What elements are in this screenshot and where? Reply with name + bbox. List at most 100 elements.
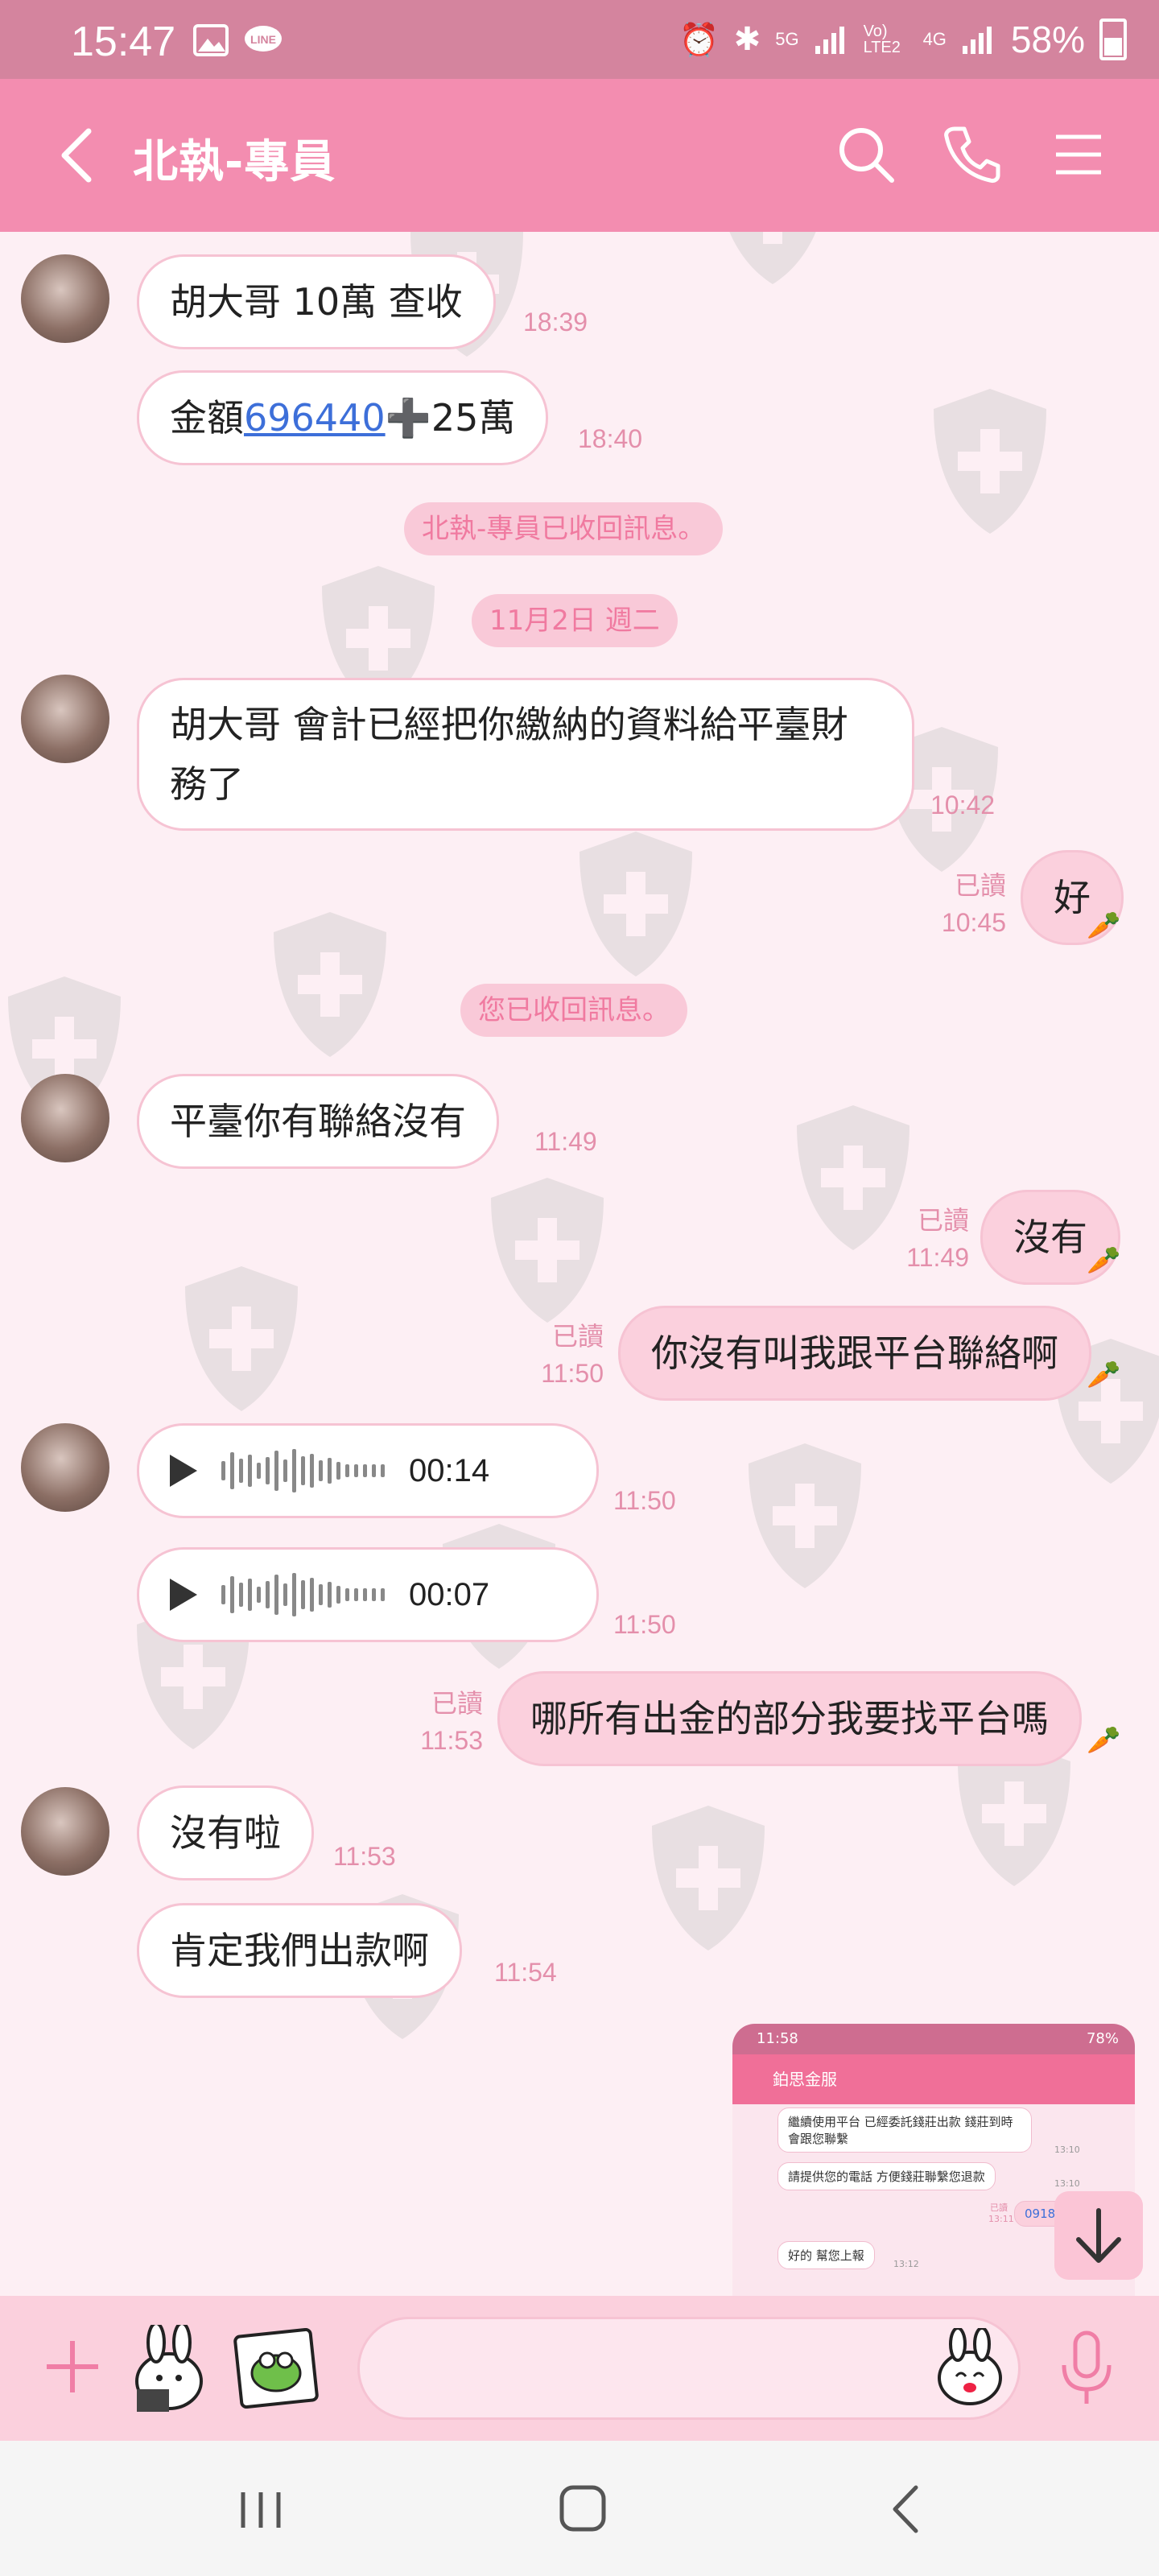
message-time: 11:50: [613, 1486, 676, 1515]
phone-icon[interactable]: [940, 122, 1004, 187]
chat-header: 北執-專員: [0, 79, 1159, 232]
emoji-icon[interactable]: [934, 2328, 1006, 2405]
volte-label: Vo) LTE2: [863, 23, 901, 56]
carrot-emoji-icon: 🥕: [1087, 1724, 1121, 1757]
message-time: 11:49: [534, 1127, 597, 1156]
scroll-down-icon[interactable]: [1054, 2191, 1143, 2280]
shield-watermark-icon: [580, 832, 692, 976]
voice-duration: 00:07: [409, 1577, 490, 1612]
bluetooth-icon: ✱: [733, 22, 761, 57]
plus-icon[interactable]: [40, 2334, 105, 2399]
message-input[interactable]: [357, 2317, 1021, 2420]
battery-icon: [1099, 19, 1127, 60]
message-text: ➕25萬: [385, 396, 516, 440]
avatar[interactable]: [21, 1423, 109, 1512]
status-right: ⏰ ✱ 5G Vo) LTE2 4G 58%: [679, 18, 1127, 61]
sticker-icon[interactable]: [121, 2325, 217, 2413]
shield-watermark-icon: [491, 1178, 604, 1323]
shot-time-1: 13:10: [1054, 2145, 1080, 2155]
shot-status-bar: 11:58 78%: [732, 2024, 1135, 2054]
shield-watermark-icon: [185, 1266, 298, 1411]
input-bar: [0, 2296, 1159, 2441]
shield-watermark-icon: [274, 912, 386, 1057]
voice-duration: 00:14: [409, 1453, 490, 1488]
avatar[interactable]: [21, 1787, 109, 1876]
read-receipt: 已讀: [954, 871, 1006, 900]
my-message-bubble[interactable]: 哪所有出金的部分我要找平台嗎: [497, 1671, 1082, 1766]
shield-watermark-icon: [652, 1806, 765, 1951]
message-bubble[interactable]: 胡大哥 會計已經把你繳納的資料給平臺財務了: [137, 678, 914, 831]
battery-percent: 58%: [1010, 19, 1085, 60]
status-bar: 15:47 LINE ⏰ ✱ 5G Vo) LTE2 4G 58%: [0, 0, 1159, 79]
read-receipt: 已讀: [551, 1322, 604, 1351]
shield-watermark-icon: [729, 232, 816, 284]
svg-text:LINE: LINE: [250, 33, 276, 46]
carrot-emoji-icon: 🥕: [1087, 1245, 1121, 1277]
back-arrow-icon[interactable]: [56, 123, 97, 188]
chat-title[interactable]: 北執-專員: [133, 126, 336, 191]
message-bubble[interactable]: 平臺你有聯絡沒有: [137, 1074, 499, 1169]
chat-area[interactable]: 胡大哥 10萬 查收 18:39 金額696440➕25萬 18:40 北執-專…: [0, 232, 1159, 2296]
shot-time-4: 13:12: [893, 2259, 919, 2269]
signal-icon-2: [962, 27, 992, 54]
shot-battery: 78%: [1086, 2030, 1119, 2047]
avatar[interactable]: [21, 254, 109, 343]
microphone-icon[interactable]: [1054, 2328, 1119, 2409]
shot-read-time: 13:11: [988, 2214, 1014, 2224]
shield-watermark-icon: [934, 389, 1046, 534]
my-message-bubble[interactable]: 你沒有叫我跟平台聯絡啊: [618, 1306, 1091, 1401]
gallery-icon: [193, 24, 229, 56]
system-notice: 您已收回訊息。: [460, 984, 687, 1037]
line-app-icon: LINE: [245, 26, 282, 52]
home-icon[interactable]: [551, 2481, 615, 2537]
play-icon[interactable]: [170, 1579, 197, 1611]
play-icon[interactable]: [170, 1455, 197, 1487]
system-nav-bar: [0, 2441, 1159, 2576]
shot-header: 鉑思金服: [732, 2054, 1135, 2104]
carrot-emoji-icon: 🥕: [1087, 1359, 1121, 1391]
message-time: 10:45: [941, 908, 1006, 937]
back-nav-icon[interactable]: [874, 2481, 938, 2537]
network-4g: 4G: [922, 29, 947, 49]
carrot-emoji-icon: 🥕: [1087, 910, 1121, 942]
signal-icon: [815, 27, 844, 54]
waveform-icon: [221, 1571, 385, 1619]
voice-message-bubble[interactable]: 00:14: [137, 1423, 599, 1518]
message-time: 10:42: [930, 791, 996, 819]
alarm-icon: ⏰: [678, 22, 720, 58]
shot-read: 已讀: [990, 2202, 1008, 2213]
avatar[interactable]: [21, 675, 109, 763]
shot-message: 繼續使用平台 已經委託錢莊出款 錢莊到時會跟您聯繫: [777, 2107, 1032, 2153]
shot-message: 請提供您的電話 方便錢莊聯繫您退款: [777, 2162, 996, 2190]
message-time: 18:39: [523, 308, 588, 336]
voice-message-bubble[interactable]: 00:07: [137, 1547, 599, 1642]
message-time: 11:54: [494, 1958, 557, 1987]
read-receipt: 已讀: [431, 1689, 483, 1718]
shot-time: 11:58: [757, 2030, 798, 2047]
message-time: 11:49: [906, 1243, 969, 1272]
read-receipt: 已讀: [917, 1206, 969, 1235]
phone-number-link[interactable]: 696440: [244, 396, 386, 440]
network-5g: 5G: [775, 29, 799, 49]
recent-apps-icon[interactable]: [229, 2481, 293, 2537]
waveform-icon: [221, 1447, 385, 1495]
shot-time-2: 13:10: [1054, 2178, 1080, 2189]
shot-message: 好的 幫您上報: [777, 2241, 875, 2269]
search-icon[interactable]: [834, 122, 898, 187]
message-time: 18:40: [578, 424, 643, 453]
avatar[interactable]: [21, 1074, 109, 1162]
message-bubble[interactable]: 胡大哥 10萬 查收: [137, 254, 496, 349]
message-time: 11:50: [541, 1359, 604, 1388]
system-notice: 北執-專員已收回訊息。: [404, 502, 724, 555]
message-bubble[interactable]: 肯定我們出款啊: [137, 1903, 462, 1998]
message-bubble[interactable]: 金額696440➕25萬: [137, 370, 549, 465]
menu-icon[interactable]: [1046, 122, 1111, 187]
message-bubble[interactable]: 沒有啦: [137, 1785, 314, 1880]
message-time: 11:50: [613, 1610, 676, 1639]
message-time: 11:53: [420, 1726, 483, 1755]
status-time: 15:47: [71, 19, 176, 65]
photo-icon[interactable]: [233, 2328, 319, 2409]
message-text: 金額: [170, 396, 244, 440]
message-time: 11:53: [333, 1842, 396, 1871]
shot-title: 鉑思金服: [773, 2070, 837, 2089]
